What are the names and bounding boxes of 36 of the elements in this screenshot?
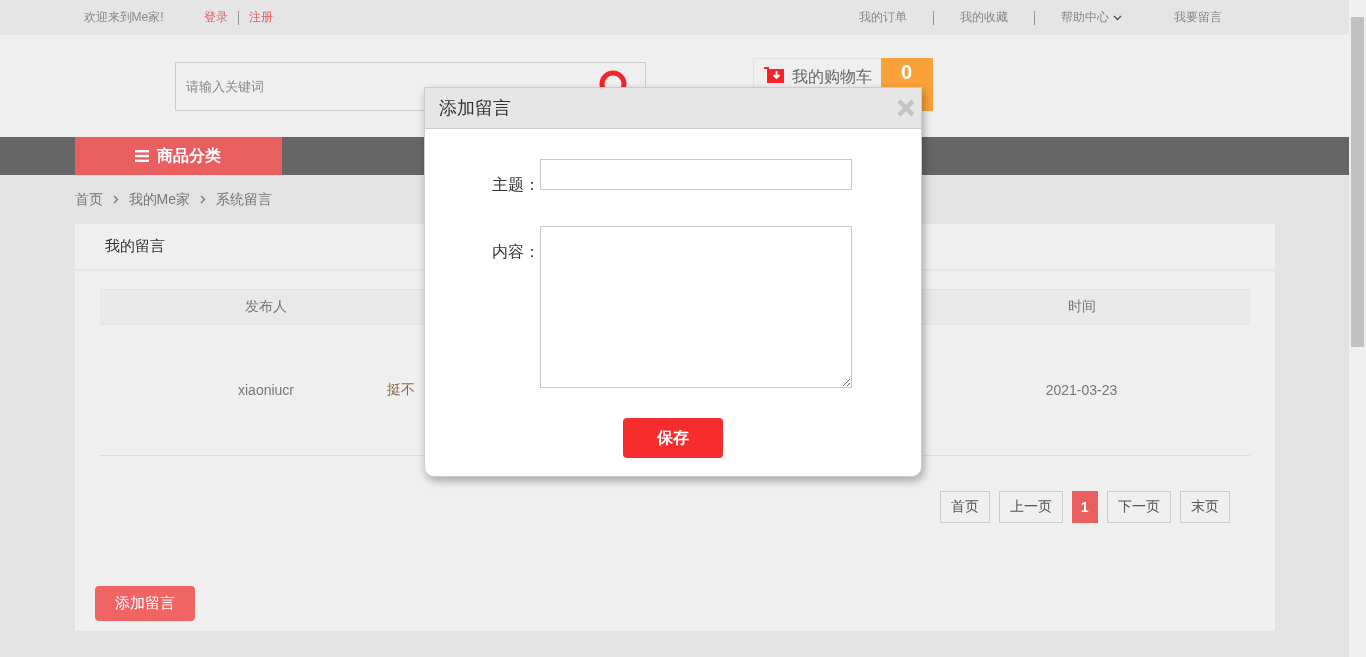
subject-field[interactable] [540, 159, 852, 190]
table-cell: xiaoniucr [238, 382, 294, 398]
add-message-button[interactable]: 添加留言 [94, 586, 195, 621]
field-label: 内容： [491, 242, 540, 262]
close-icon[interactable] [896, 98, 916, 118]
chevron-down-icon [1112, 14, 1122, 21]
top-nav-link[interactable]: 帮助中心 [1034, 9, 1148, 26]
category-menu-button[interactable]: 商品分类 [74, 137, 282, 175]
page-button[interactable]: 下一页 [1106, 491, 1171, 523]
page-button[interactable]: 上一页 [998, 491, 1063, 523]
register-link[interactable]: 注册 [248, 9, 273, 26]
table-cell: 2021-03-23 [1045, 382, 1118, 398]
table-cell: 挺不 [386, 381, 415, 397]
page-button[interactable]: 末页 [1179, 491, 1230, 523]
scrollbar-thumb[interactable] [1351, 17, 1364, 347]
content-field[interactable] [540, 226, 852, 388]
save-button[interactable]: 保存 [623, 418, 723, 458]
page-button[interactable]: 首页 [939, 491, 990, 523]
top-nav-link[interactable]: 我要留言 [1147, 9, 1248, 26]
cart-count: 0 [900, 61, 913, 83]
column-header: 发布人 [245, 298, 287, 316]
breadcrumb-link[interactable]: 我的Me家 [128, 190, 190, 209]
column-header: 时间 [1067, 298, 1096, 316]
page-button[interactable]: 1 [1071, 491, 1098, 523]
top-nav-link[interactable]: 我的收藏 [933, 9, 1034, 26]
top-nav-link[interactable]: 我的订单 [832, 9, 933, 26]
welcome-text: 欢迎来到Me家! [83, 9, 164, 26]
menu-icon [135, 150, 149, 162]
cart-icon [763, 67, 784, 85]
breadcrumb-link[interactable]: 首页 [74, 190, 103, 209]
breadcrumb-link[interactable]: 系统留言 [215, 190, 272, 209]
field-label: 主题： [491, 175, 540, 195]
chevron-right-icon [112, 195, 119, 204]
cart-label: 我的购物车 [791, 67, 872, 87]
chevron-right-icon [199, 195, 206, 204]
login-link[interactable]: 登录 [203, 9, 228, 26]
